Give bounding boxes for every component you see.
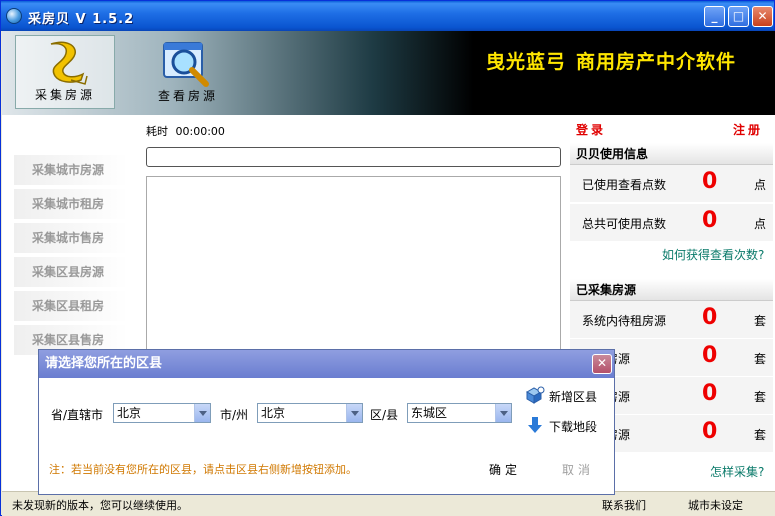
usage-header: 贝贝使用信息 (570, 143, 773, 165)
collected-unit: 套 (754, 352, 767, 366)
used-points-row: 已使用查看点数 0 点 (570, 165, 773, 202)
banner-brand: 曳光蓝弓 (486, 51, 567, 73)
dialog-title[interactable]: 请选择您所在的区县 (39, 350, 614, 378)
used-points-unit: 点 (754, 178, 767, 192)
collect-listings-label: 采集房源 (34, 88, 95, 102)
total-points-row: 总共可使用点数 0 点 (570, 204, 773, 241)
district-value: 东城区 (411, 406, 448, 420)
collected-value: 0 (702, 343, 718, 368)
cancel-button[interactable]: 取消 (562, 461, 594, 478)
how-to-get-points-link[interactable]: 如何获得查看次数? (662, 246, 764, 263)
sidebar-item-collect-district-rentals[interactable]: 采集区县租房 (14, 291, 128, 321)
dialog-body: 省/直辖市 北京 市/州 北京 区/县 东城区 新增区县 下载地段 注：若当前没… (39, 378, 614, 494)
collected-header: 已采集房源 (570, 279, 773, 301)
login-link[interactable]: 登录 (576, 121, 606, 138)
city-label: 市/州 (220, 408, 249, 422)
view-listings-button[interactable]: 查看房源 (138, 35, 238, 109)
province-value: 北京 (117, 406, 142, 420)
status-message: 未发现新的版本，您可以继续使用。 (12, 499, 188, 512)
collected-label: 系统内待租房源 (582, 314, 667, 328)
collect-listings-button[interactable]: 采集房源 (15, 35, 115, 109)
dialog-note: 注：若当前没有您所在的区县，请点击区县右侧新增按钮添加。 (49, 463, 357, 476)
register-link[interactable]: 注册 (733, 121, 763, 138)
title-bar[interactable]: 采房贝 V 1.5.2 _ □ ✕ (1, 1, 774, 31)
collected-value: 0 (702, 419, 718, 444)
total-points-unit: 点 (754, 217, 767, 231)
collect-listings-icon (50, 41, 88, 85)
add-district-label: 新增区县 (549, 390, 598, 404)
contact-us-link[interactable]: 联系我们 (602, 497, 646, 513)
app-globe-icon (6, 8, 22, 24)
total-points-value: 0 (702, 208, 718, 233)
city-status: 城市未设定 (688, 499, 743, 512)
district-label: 区/县 (370, 408, 399, 422)
dialog-close-button[interactable]: ✕ (592, 354, 612, 374)
maximize-button[interactable]: □ (728, 6, 749, 27)
minimize-button[interactable]: _ (704, 6, 725, 27)
sidebar-item-collect-city-sales[interactable]: 采集城市售房 (14, 223, 128, 253)
select-district-dialog: 请选择您所在的区县 ✕ 省/直辖市 北京 市/州 北京 区/县 东城区 新增区县… (38, 349, 615, 495)
magnifier-icon (163, 42, 209, 87)
product-banner: 曳光蓝弓 商用房产中介软件 (486, 47, 736, 74)
sidebar-item-collect-city-listings[interactable]: 采集城市房源 (14, 155, 128, 185)
used-points-label: 已使用查看点数 (582, 178, 667, 192)
collected-unit: 套 (754, 390, 767, 404)
collected-row: 系统内待租房源 0 套 (570, 301, 773, 338)
chevron-down-icon[interactable] (346, 404, 362, 422)
ok-button[interactable]: 确定 (489, 461, 521, 478)
download-segments-label: 下载地段 (549, 420, 598, 434)
toolbar: 采集房源 查看房源 曳光蓝弓 商用房产中介软件 (2, 31, 775, 115)
app-window: 采房贝 V 1.5.2 _ □ ✕ 采集房源 查看房源 曳光蓝弓 商用房产中介软件 (0, 0, 775, 516)
view-listings-label: 查看房源 (157, 89, 218, 103)
elapsed-value: 00:00:00 (175, 125, 225, 138)
sidebar-item-collect-city-rentals[interactable]: 采集城市租房 (14, 189, 128, 219)
how-to-collect-link[interactable]: 怎样采集? (710, 463, 764, 480)
elapsed-time: 耗时 00:00:00 (146, 123, 225, 139)
city-select[interactable]: 北京 (257, 403, 363, 423)
download-arrow-icon (528, 417, 542, 433)
province-select[interactable]: 北京 (113, 403, 211, 423)
city-value: 北京 (261, 406, 286, 420)
sidebar-item-collect-district-listings[interactable]: 采集区县房源 (14, 257, 128, 287)
chevron-down-icon[interactable] (495, 404, 511, 422)
used-points-value: 0 (702, 169, 718, 194)
collected-value: 0 (702, 381, 718, 406)
collect-progress-bar (146, 147, 561, 167)
banner-slogan: 商用房产中介软件 (576, 51, 737, 73)
window-title: 采房贝 V 1.5.2 (28, 12, 135, 27)
close-button[interactable]: ✕ (752, 6, 773, 27)
add-cube-icon (525, 386, 545, 404)
chevron-down-icon[interactable] (194, 404, 210, 422)
district-select[interactable]: 东城区 (407, 403, 512, 423)
total-points-label: 总共可使用点数 (582, 217, 667, 231)
elapsed-label: 耗时 (146, 125, 168, 138)
collected-unit: 套 (754, 428, 767, 442)
collected-unit: 套 (754, 314, 767, 328)
collected-value: 0 (702, 305, 718, 330)
province-label: 省/直辖市 (51, 408, 104, 422)
